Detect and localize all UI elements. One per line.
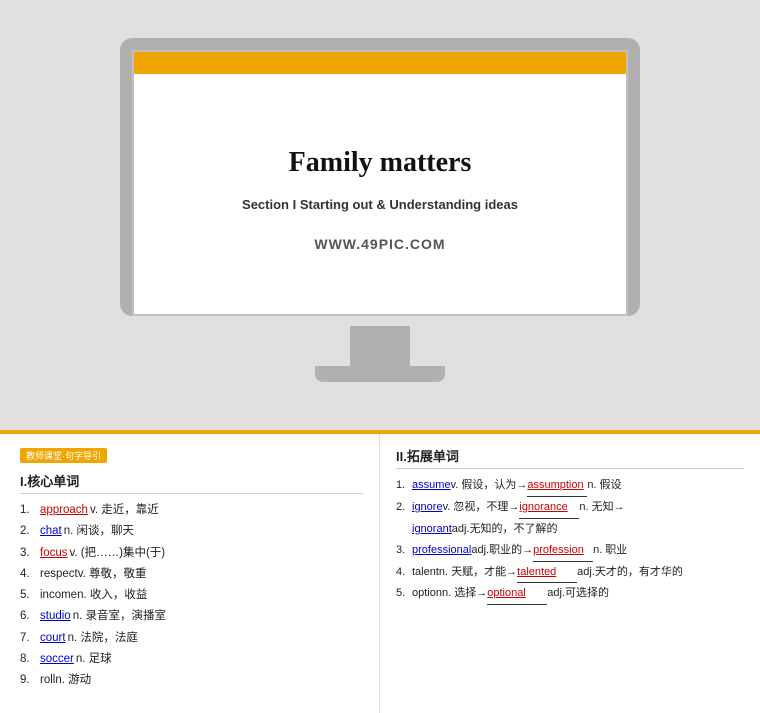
slide-content: Family matters Section I Starting out & … bbox=[134, 74, 626, 314]
list-item: 4. talent n. 天赋，才能→ talented adj.天才的，有才华… bbox=[396, 562, 744, 584]
content-section: 教师课堂·句字导引 I.核心单词 1. approach v. 走近，靠近 2.… bbox=[0, 430, 760, 713]
monitor-top-bar bbox=[134, 52, 626, 74]
list-item: 2. chat n. 闲谈，聊天 bbox=[20, 521, 363, 542]
monitor-section: 元素素材 元素素材 Family matters Section I Start… bbox=[0, 0, 760, 430]
slide-title: Family matters bbox=[289, 147, 472, 179]
left-column: 教师课堂·句字导引 I.核心单词 1. approach v. 走近，靠近 2.… bbox=[0, 434, 380, 713]
expand-list: 1. assume v. 假设，认为→ assumption n. 假设 2. … bbox=[396, 475, 744, 605]
monitor-frame: Family matters Section I Starting out & … bbox=[120, 38, 640, 316]
list-item: 2. ignore v. 忽视，不理→ ignorance n. 无知→ ign… bbox=[396, 497, 744, 540]
vocab-list: 1. approach v. 走近，靠近 2. chat n. 闲谈，聊天 3.… bbox=[20, 500, 363, 691]
list-item: 8. soccer n. 足球 bbox=[20, 649, 363, 670]
monitor-stand-neck bbox=[350, 326, 410, 366]
list-item: 6. studio n. 录音室，演播室 bbox=[20, 606, 363, 627]
monitor-screen: Family matters Section I Starting out & … bbox=[132, 50, 628, 316]
monitor-stand-base bbox=[315, 366, 445, 382]
right-column: II.拓展单词 1. assume v. 假设，认为→ assumption n… bbox=[380, 434, 760, 713]
list-item: 1. assume v. 假设，认为→ assumption n. 假设 bbox=[396, 475, 744, 497]
slide-subtitle: Section I Starting out & Understanding i… bbox=[242, 197, 518, 212]
list-item: 3. focus v. (把……)集中(于) bbox=[20, 543, 363, 564]
list-item: 5. income n. 收入，收益 bbox=[20, 585, 363, 606]
expand-section-title: II.拓展单词 bbox=[396, 446, 744, 469]
list-item: 4. respect v. 尊敬，敬重 bbox=[20, 564, 363, 585]
list-item: 7. court n. 法院，法庭 bbox=[20, 628, 363, 649]
vocab-section-title: I.核心单词 bbox=[20, 471, 363, 494]
list-item: 9. roll n. 游动 bbox=[20, 670, 363, 691]
list-item: 5. option n. 选择→ optional adj.可选择的 bbox=[396, 583, 744, 605]
slide-watermark: WWW.49PIC.COM bbox=[314, 236, 445, 252]
list-item: 3. professional adj.职业的→ profession n. 职… bbox=[396, 540, 744, 562]
list-item: 1. approach v. 走近，靠近 bbox=[20, 500, 363, 521]
section-tag: 教师课堂·句字导引 bbox=[20, 448, 107, 463]
